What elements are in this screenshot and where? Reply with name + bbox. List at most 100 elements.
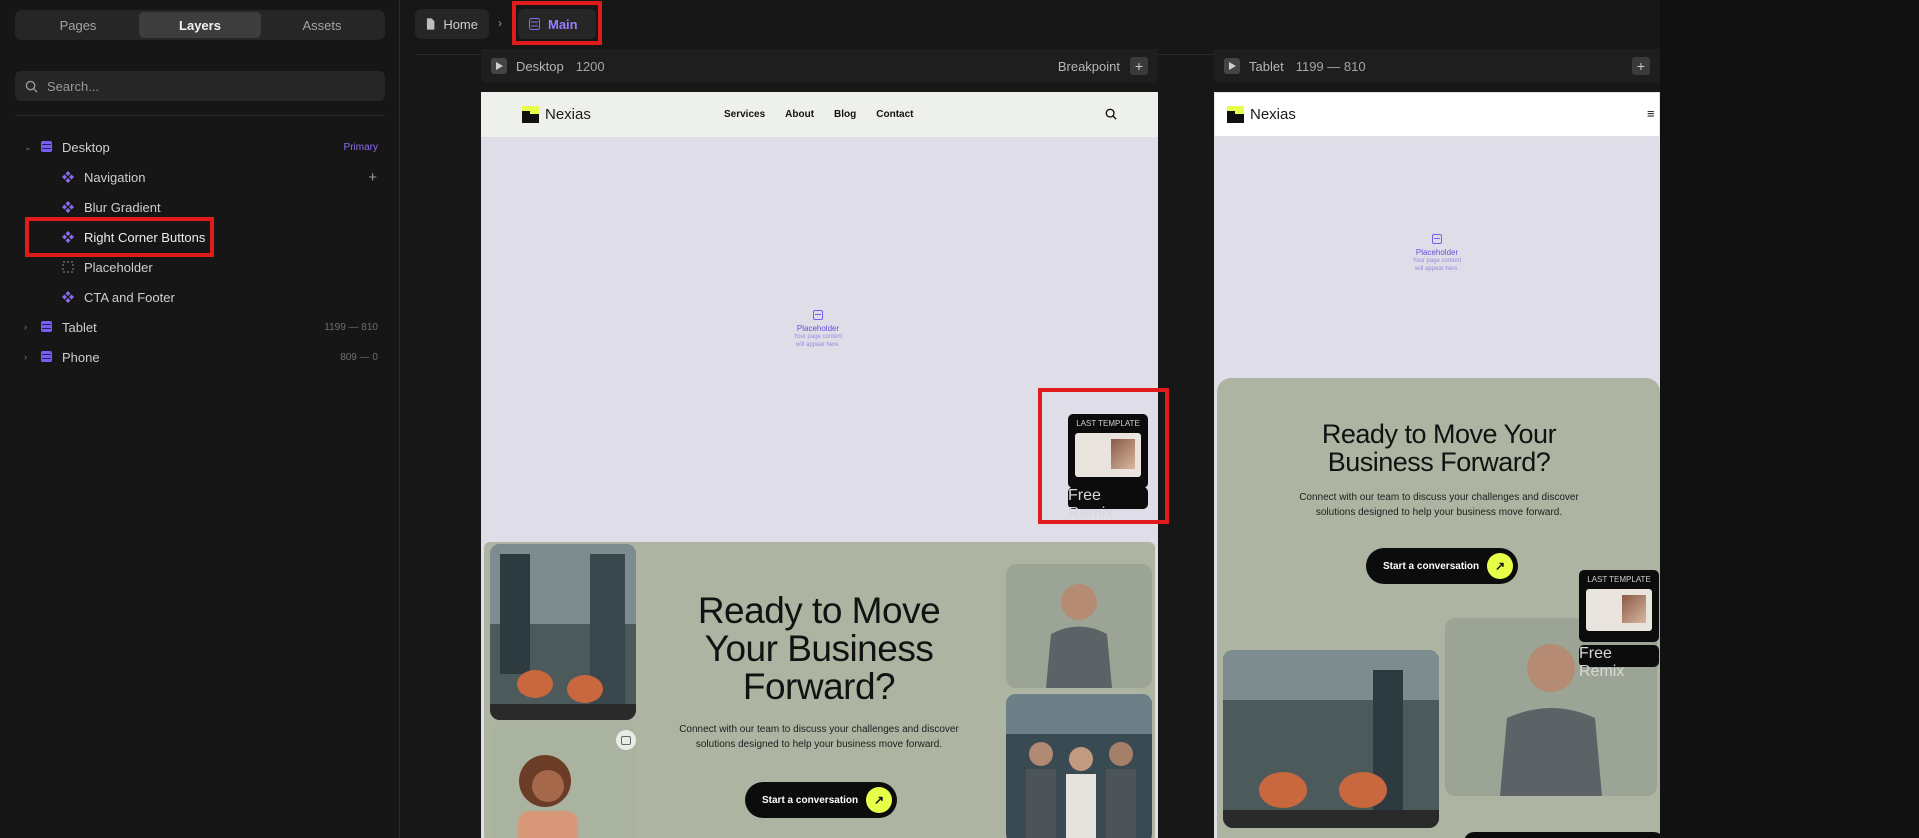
search-input[interactable]: [47, 78, 367, 94]
placeholder-title: Placeholder: [1415, 248, 1459, 257]
woman-photo: [490, 726, 636, 838]
search-icon: [25, 80, 38, 93]
plus-icon[interactable]: +: [1632, 57, 1650, 75]
stack-icon: [41, 141, 53, 153]
tab-assets[interactable]: Assets: [261, 12, 383, 38]
free-remix-button[interactable]: Free Remix: [1579, 645, 1659, 680]
frame-range: 1199 — 810: [1295, 58, 1366, 74]
layer-label: Placeholder: [84, 259, 153, 275]
layer-cta-and-footer[interactable]: CTA and Footer: [0, 285, 400, 309]
panel-tabs: Pages Layers Assets: [15, 10, 385, 40]
highlight-box: [512, 1, 602, 45]
placeholder-text: Your page content: [1412, 258, 1462, 264]
plus-icon[interactable]: +: [1130, 57, 1148, 75]
breakpoint-button[interactable]: Breakpoint: [1058, 59, 1120, 74]
chevron-down-icon[interactable]: ⌄: [24, 142, 32, 153]
stack-icon: [41, 321, 53, 333]
layer-phone[interactable]: › Phone 809 — 0: [0, 345, 400, 369]
layer-label: Phone: [62, 349, 100, 365]
component-icon: [62, 201, 74, 213]
chevron-right-icon: ›: [498, 16, 502, 30]
last-template-card[interactable]: LAST TEMPLATE: [1579, 570, 1659, 642]
last-template-title: LAST TEMPLATE: [1587, 575, 1651, 584]
layer-label: CTA and Footer: [84, 289, 175, 305]
nav-link-contact[interactable]: Contact: [876, 109, 913, 120]
frame-width: 1200: [575, 58, 605, 74]
tab-pages[interactable]: Pages: [17, 12, 139, 38]
placeholder-text: will appear here.: [795, 342, 841, 348]
arrow-up-right-icon: ↗: [866, 787, 892, 813]
tablet-frame-header[interactable]: Tablet 1199 — 810 +: [1214, 49, 1660, 83]
logo-mark-icon: [522, 106, 539, 123]
site-logo[interactable]: Nexias: [1227, 106, 1296, 123]
layer-label: Desktop: [62, 139, 110, 155]
content-placeholder: Placeholder Your page content will appea…: [1387, 234, 1487, 273]
nav-links: Services About Blog Contact: [724, 109, 914, 120]
breadcrumb-home-label: Home: [443, 16, 478, 32]
layer-label: Navigation: [84, 169, 146, 185]
breakpoint-range: 809 — 0: [340, 351, 378, 363]
breadcrumb-home[interactable]: Home: [415, 9, 489, 39]
chevron-right-icon[interactable]: ›: [24, 352, 27, 362]
tab-layers[interactable]: Layers: [139, 12, 261, 38]
layer-label: Blur Gradient: [84, 199, 161, 215]
office-photo: [1223, 650, 1439, 828]
layer-blur-gradient[interactable]: Blur Gradient: [0, 195, 400, 219]
highlight-box: [1038, 388, 1169, 524]
search-box[interactable]: [15, 71, 385, 101]
start-conversation-button[interactable]: Start a conversation ↗: [1366, 548, 1518, 584]
button-label: Start a conversation: [1383, 560, 1480, 572]
cta-heading: Ready to Move Your Business Forward?: [1321, 419, 1557, 477]
template-thumbnail: [1586, 589, 1652, 631]
brand-name: Nexias: [545, 106, 591, 123]
chevron-right-icon[interactable]: ›: [24, 322, 27, 332]
cta-section: Ready to Move Your Business Forward? Con…: [484, 542, 1155, 838]
placeholder-icon: [1432, 234, 1442, 244]
component-icon: [62, 291, 74, 303]
plus-icon[interactable]: +: [368, 169, 377, 186]
component-icon: [62, 171, 74, 183]
desktop-frame-header[interactable]: Desktop 1200 Breakpoint +: [481, 49, 1158, 83]
primary-badge: Primary: [343, 141, 378, 153]
button-label: Start a conversation: [762, 794, 859, 806]
placeholder-text: Your page content: [793, 334, 843, 340]
office-photo: [490, 544, 636, 720]
brand-name: Nexias: [1250, 106, 1296, 123]
stack-icon: [41, 351, 53, 363]
arrow-up-right-icon: ↗: [1487, 553, 1513, 579]
start-conversation-button[interactable]: Start a conversation ↗: [745, 782, 897, 818]
tablet-frame[interactable]: Nexias ≡ Placeholder Your page content w…: [1214, 92, 1660, 838]
play-icon[interactable]: [491, 58, 507, 74]
breakpoint-range: 1199 — 810: [324, 321, 378, 333]
placeholder-text: will appear here.: [1414, 266, 1460, 272]
footer-pill: [1464, 832, 1660, 838]
placeholder-title: Placeholder: [796, 324, 840, 333]
menu-icon[interactable]: ≡: [1647, 106, 1655, 121]
highlight-box: [25, 217, 214, 257]
nav-link-about[interactable]: About: [785, 109, 814, 120]
layer-placeholder[interactable]: Placeholder: [0, 255, 400, 279]
layer-desktop[interactable]: ⌄ Desktop Primary: [0, 135, 400, 159]
app-window: Pages Layers Assets ⌄ Desktop Primary Na…: [0, 0, 1919, 838]
layer-navigation[interactable]: Navigation +: [0, 165, 400, 189]
cta-description: Connect with our team to discuss your ch…: [1299, 492, 1579, 518]
play-icon[interactable]: [1224, 58, 1240, 74]
nav-link-services[interactable]: Services: [724, 109, 765, 120]
image-badge-icon: [616, 730, 636, 750]
left-panel: Pages Layers Assets ⌄ Desktop Primary Na…: [0, 0, 400, 838]
site-navigation: Nexias ≡: [1214, 92, 1660, 137]
layer-label: Tablet: [62, 319, 97, 335]
cta-description: Connect with our team to discuss your ch…: [679, 724, 959, 750]
placeholder-icon: [62, 261, 74, 273]
nav-link-blog[interactable]: Blog: [834, 109, 856, 120]
site-logo[interactable]: Nexias: [522, 106, 591, 123]
layer-tablet[interactable]: › Tablet 1199 — 810: [0, 315, 400, 339]
frame-label: Tablet: [1249, 58, 1284, 74]
canvas-edge: [1660, 0, 1919, 838]
placeholder-icon: [813, 310, 823, 320]
frame-label: Desktop: [516, 58, 564, 74]
logo-mark-icon: [1227, 106, 1244, 123]
search-icon[interactable]: [1105, 108, 1117, 120]
site-navigation: Nexias Services About Blog Contact: [481, 92, 1158, 137]
man-portrait-photo: [1006, 564, 1152, 688]
